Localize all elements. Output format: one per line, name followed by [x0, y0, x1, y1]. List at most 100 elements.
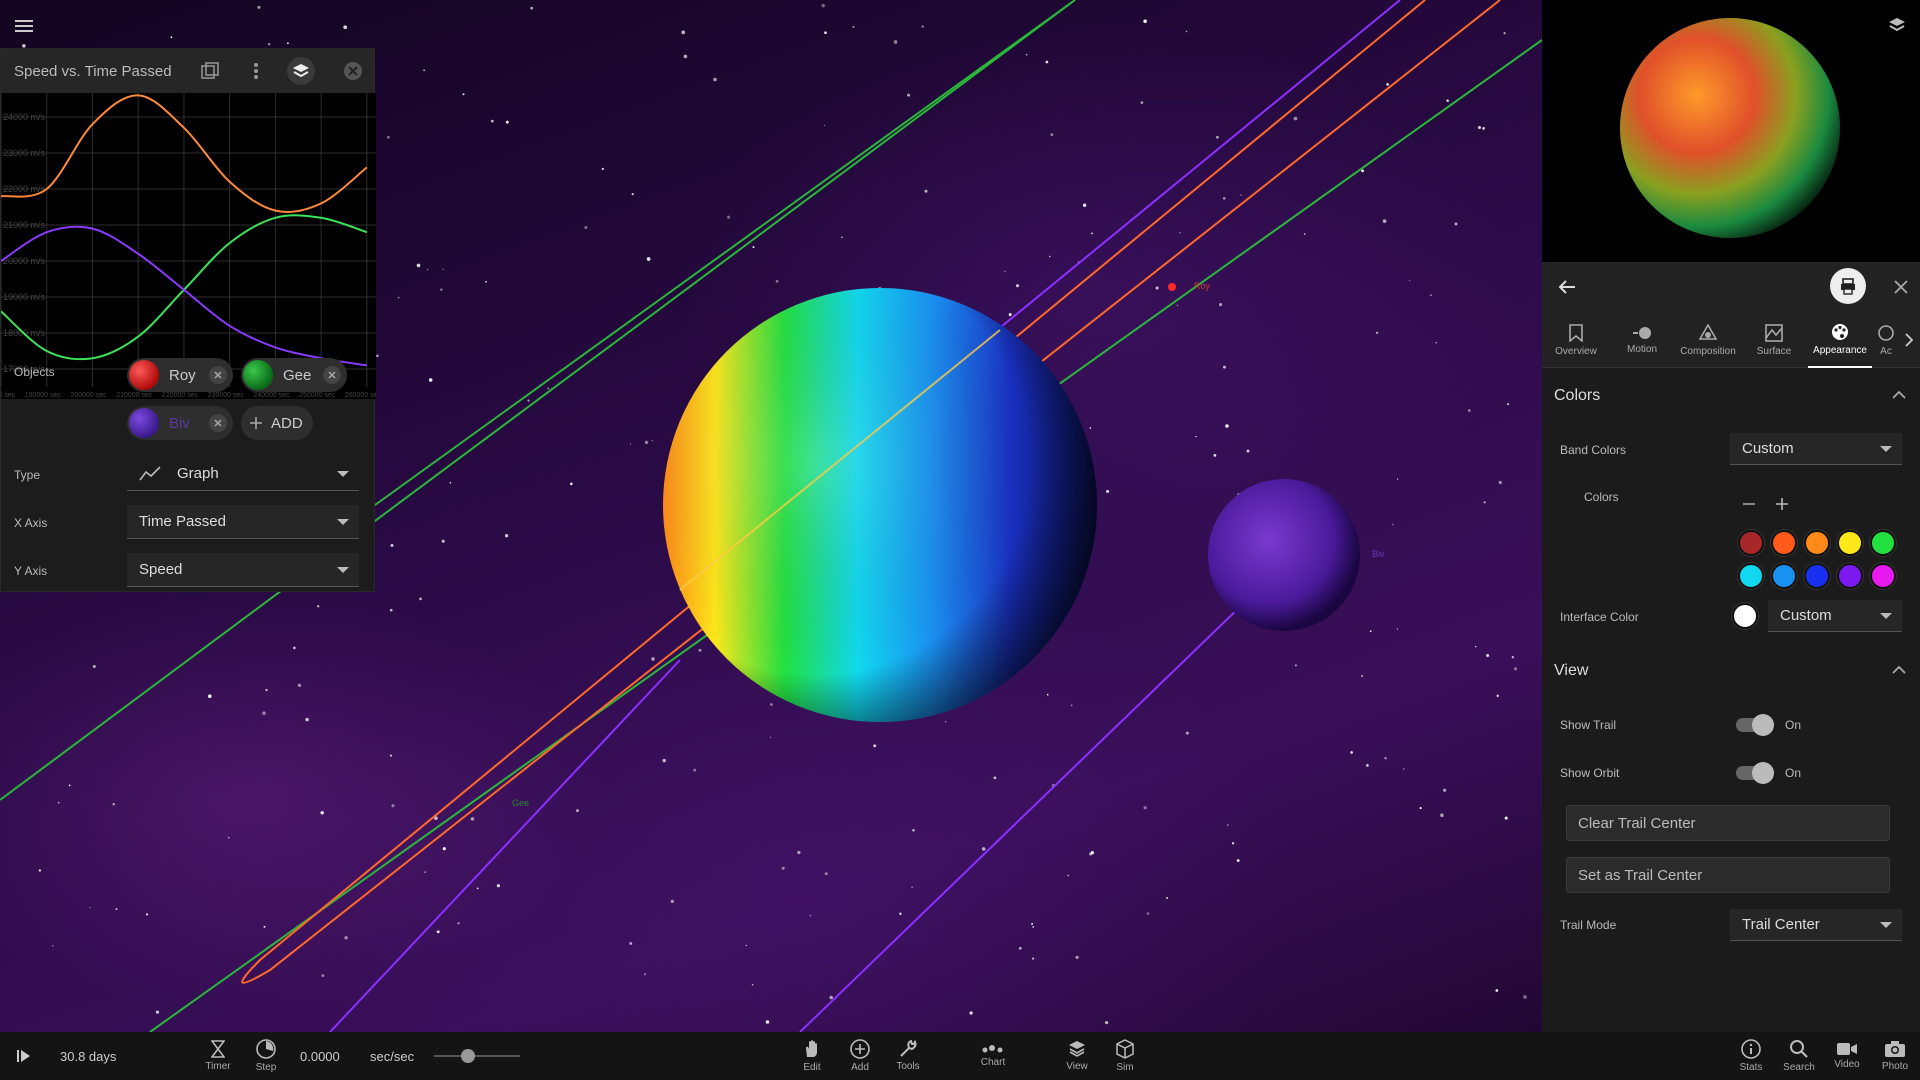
- color-swatch[interactable]: [1738, 530, 1764, 556]
- star: [1143, 806, 1147, 810]
- object-name-roy: Roy: [169, 366, 196, 384]
- layers-icon[interactable]: [287, 57, 315, 85]
- marker-roy[interactable]: [1168, 283, 1176, 291]
- colors-section-title[interactable]: Colors: [1554, 387, 1600, 405]
- trail-mode-dropdown[interactable]: Trail Center: [1730, 909, 1902, 941]
- chart-window: Speed vs. Time Passed 24000 m/s 23000 m/s…: [0, 48, 382, 592]
- interface-color-swatch[interactable]: [1732, 603, 1758, 629]
- more-options-icon[interactable]: [242, 57, 270, 85]
- back-arrow-icon[interactable]: [1554, 274, 1580, 300]
- chevron-down-icon: [337, 519, 349, 525]
- remove-color-button[interactable]: [1738, 493, 1760, 515]
- star: [852, 25, 855, 28]
- search-icon: [1790, 1040, 1808, 1058]
- chevron-down-icon: [1880, 446, 1892, 452]
- chevron-right-icon[interactable]: [1900, 328, 1918, 352]
- remove-gee-icon[interactable]: [323, 366, 341, 384]
- simulation-viewport[interactable]: Biv Roy Gee Speed vs. Time Passed 24000 …: [0, 0, 1542, 1032]
- add-object-button[interactable]: ADD: [241, 406, 313, 440]
- color-swatch[interactable]: [1771, 563, 1797, 589]
- star: [646, 257, 651, 261]
- tab-composition[interactable]: Composition: [1676, 312, 1740, 368]
- close-chart-icon[interactable]: [339, 57, 367, 85]
- step-button[interactable]: Step: [248, 1032, 284, 1080]
- y-tick-label: 21000 m/s: [3, 220, 46, 230]
- chevron-up-icon[interactable]: [1892, 665, 1906, 675]
- star: [1240, 194, 1242, 196]
- chart-button[interactable]: Chart: [975, 1032, 1011, 1080]
- star: [993, 776, 997, 780]
- edit-button[interactable]: Edit: [794, 1032, 830, 1080]
- star: [449, 481, 452, 484]
- layers-icon[interactable]: [1886, 14, 1908, 36]
- interface-color-dropdown[interactable]: Custom: [1768, 600, 1902, 632]
- object-chip-gee[interactable]: Gee: [241, 358, 347, 392]
- show-orbit-toggle[interactable]: [1736, 762, 1774, 784]
- star: [391, 804, 395, 808]
- add-color-button[interactable]: [1771, 493, 1793, 515]
- tools-button[interactable]: Tools: [890, 1032, 926, 1080]
- band-colors-dropdown[interactable]: Custom: [1730, 433, 1902, 465]
- planet-biv[interactable]: [1208, 479, 1360, 631]
- timer-button[interactable]: Timer: [200, 1032, 236, 1080]
- chevron-up-icon[interactable]: [1892, 390, 1906, 400]
- y-axis-dropdown[interactable]: Speed: [127, 553, 359, 587]
- search-button[interactable]: Search: [1781, 1032, 1817, 1080]
- play-icon[interactable]: [14, 1046, 34, 1066]
- color-swatch[interactable]: [1804, 563, 1830, 589]
- color-swatch[interactable]: [1771, 530, 1797, 556]
- color-swatch[interactable]: [1837, 563, 1863, 589]
- color-swatch[interactable]: [1804, 530, 1830, 556]
- print-icon[interactable]: [1830, 268, 1866, 304]
- star: [1482, 127, 1485, 130]
- color-swatch[interactable]: [1870, 530, 1896, 556]
- color-swatch[interactable]: [1870, 563, 1896, 589]
- show-orbit-value: On: [1785, 766, 1802, 780]
- clear-trail-center-button[interactable]: Clear Trail Center: [1566, 805, 1890, 841]
- view-section-title[interactable]: View: [1554, 662, 1588, 680]
- star: [893, 40, 898, 44]
- remove-biv-icon[interactable]: [209, 414, 227, 432]
- sim-button[interactable]: Sim: [1107, 1032, 1143, 1080]
- tab-overflow[interactable]: Ac: [1874, 312, 1898, 368]
- show-trail-toggle[interactable]: [1736, 714, 1774, 736]
- tab-surface[interactable]: Surface: [1742, 312, 1806, 368]
- close-panel-icon[interactable]: [1890, 276, 1912, 298]
- video-button[interactable]: Video: [1829, 1032, 1865, 1080]
- object-chip-roy[interactable]: Roy: [127, 358, 233, 392]
- star: [1222, 197, 1226, 200]
- view-button[interactable]: View: [1059, 1032, 1095, 1080]
- star: [1446, 99, 1449, 102]
- set-trail-center-button[interactable]: Set as Trail Center: [1566, 857, 1890, 893]
- object-preview[interactable]: [1542, 0, 1920, 262]
- add-button[interactable]: Add: [842, 1032, 878, 1080]
- star: [1223, 365, 1226, 369]
- tab-appearance[interactable]: Appearance: [1808, 312, 1872, 368]
- speed-time-plot[interactable]: 24000 m/s 23000 m/s 22000 m/s 21000 m/s 2000…: [0, 93, 382, 399]
- star: [423, 69, 425, 72]
- menu-icon[interactable]: [12, 14, 36, 38]
- rate-value[interactable]: 0.0000: [300, 1049, 340, 1064]
- slider-knob[interactable]: [461, 1049, 476, 1063]
- color-swatch[interactable]: [1837, 530, 1863, 556]
- remove-roy-icon[interactable]: [209, 366, 227, 384]
- stats-button[interactable]: Stats: [1733, 1032, 1769, 1080]
- star: [662, 758, 666, 763]
- star: [416, 263, 421, 268]
- color-swatch[interactable]: [1738, 563, 1764, 589]
- chevron-down-icon: [337, 471, 349, 477]
- speed-slider[interactable]: [434, 1049, 520, 1063]
- central-planet[interactable]: [663, 288, 1097, 722]
- tab-motion[interactable]: Motion: [1610, 312, 1674, 368]
- object-chip-biv[interactable]: Biv: [127, 406, 233, 440]
- photo-button[interactable]: Photo: [1877, 1032, 1913, 1080]
- type-dropdown[interactable]: Graph: [127, 457, 359, 491]
- tab-overview[interactable]: Overview: [1544, 312, 1608, 368]
- rate-unit: sec/sec: [370, 1049, 415, 1064]
- star: [263, 925, 266, 928]
- chart-window-header[interactable]: Speed vs. Time Passed: [1, 49, 374, 93]
- x-axis-dropdown[interactable]: Time Passed: [127, 505, 359, 539]
- motion-icon: [1633, 326, 1651, 339]
- star: [390, 543, 394, 547]
- duplicate-icon[interactable]: [196, 57, 224, 85]
